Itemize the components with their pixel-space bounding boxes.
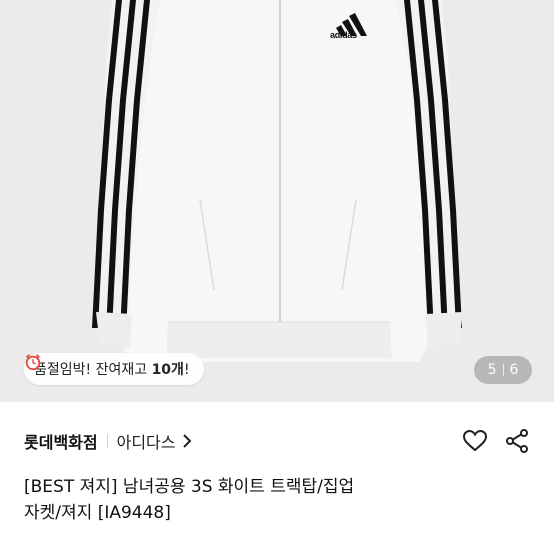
product-actions <box>462 428 530 454</box>
brand-logo-text: adidas <box>330 30 357 40</box>
meta-divider <box>106 434 108 448</box>
product-title: [BEST 져지] 남녀공용 3S 화이트 트랙탑/집업 자켓/져지 [IA94… <box>24 474 534 526</box>
store-name: 롯데백화점 <box>24 433 98 452</box>
product-image[interactable]: adidas 품절임박! 잔여재고 10개! 5 6 <box>0 0 554 402</box>
heart-icon[interactable] <box>462 428 488 454</box>
product-title-line-2: 자켓/져지 [IA9448] <box>24 503 171 523</box>
low-stock-badge: 품절임박! 잔여재고 10개! <box>24 353 204 385</box>
image-counter-total: 6 <box>509 362 519 378</box>
product-title-line-1: [BEST 져지] 남녀공용 3S 화이트 트랙탑/집업 <box>24 477 355 497</box>
alarm-clock-icon <box>25 354 41 371</box>
chevron-right-icon <box>182 434 191 448</box>
product-meta-row: 롯데백화점 아디다스 <box>24 426 530 456</box>
brand-link[interactable]: 아디다스 <box>117 429 192 453</box>
image-counter: 5 6 <box>474 356 532 384</box>
jacket-illustration <box>92 0 462 362</box>
stock-count: 10개 <box>151 362 184 378</box>
share-icon[interactable] <box>504 428 530 454</box>
brand-name: 아디다스 <box>116 433 176 452</box>
image-counter-current: 5 <box>487 362 497 378</box>
counter-divider <box>502 364 504 376</box>
low-stock-text: 품절임박! 잔여재고 10개! <box>34 362 190 378</box>
